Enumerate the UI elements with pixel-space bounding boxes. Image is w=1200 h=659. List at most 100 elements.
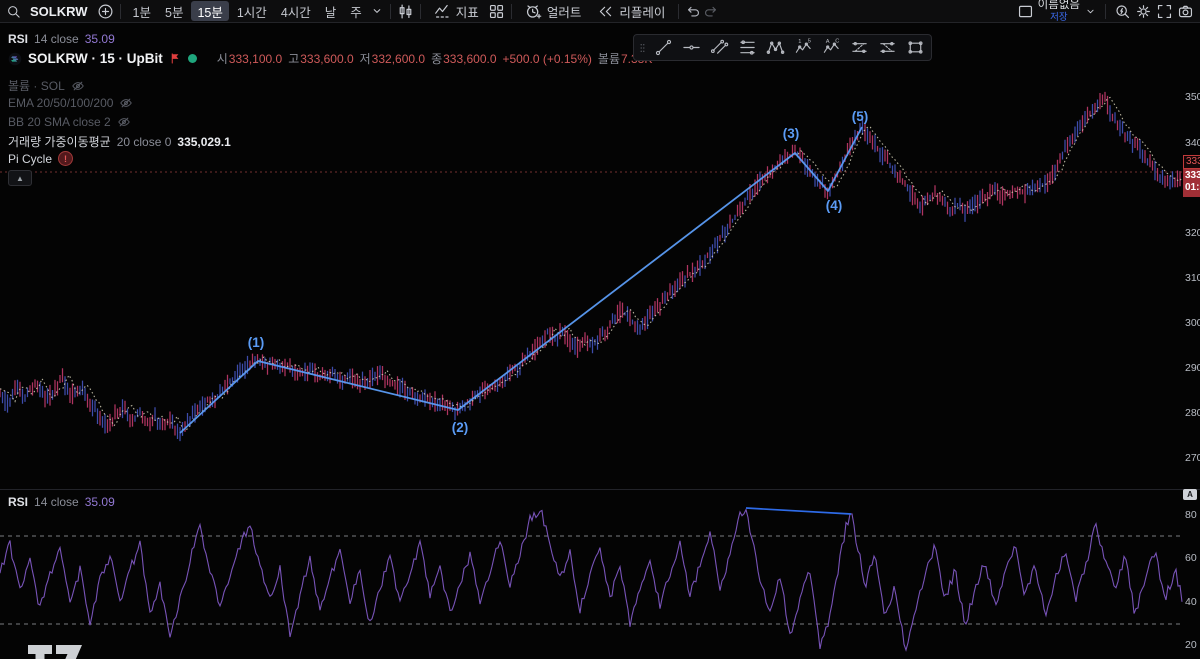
error-icon[interactable]: ! <box>58 151 74 166</box>
ohlc-low-value: 332,600.0 <box>371 51 426 66</box>
chevron-down-icon[interactable] <box>370 4 384 18</box>
eye-off-icon[interactable] <box>117 115 131 129</box>
short-position-tool-icon[interactable] <box>873 36 901 59</box>
replay-button[interactable]: 리플레이 <box>590 1 672 22</box>
replay-label: 리플레이 <box>619 5 666 20</box>
price-series-down <box>1 99 1174 442</box>
price-scale-auto-button[interactable]: A <box>1183 489 1197 500</box>
legend-collapse-button[interactable]: ▲ <box>8 170 32 186</box>
flag-icon[interactable] <box>169 52 182 65</box>
floating-drawing-toolbar: 15AC <box>633 34 932 61</box>
ema-indicator-label: EMA 20/50/100/200 <box>8 96 114 110</box>
fib-retracement-tool-icon[interactable] <box>733 36 761 59</box>
rsi-params: 14 close <box>34 495 79 509</box>
chart-style-candles-icon[interactable] <box>397 3 414 20</box>
elliott-wave-label[interactable]: (2) <box>452 420 469 435</box>
timeframe-1분[interactable]: 1분 <box>127 1 157 21</box>
indicator-templates-icon[interactable] <box>488 3 505 20</box>
elliott-correction-wave-tool-icon[interactable]: AC <box>817 36 845 59</box>
price-axis-tick: 320,000 <box>1185 227 1200 239</box>
picycle-indicator-label: Pi Cycle <box>8 151 53 166</box>
eye-off-icon[interactable] <box>119 96 133 110</box>
elliott-wave-label[interactable]: (5) <box>852 109 869 124</box>
undo-icon[interactable] <box>685 3 701 19</box>
rectangle-tool-icon[interactable] <box>901 36 929 59</box>
layout-name-button[interactable]: 이름없음 저장 <box>1038 0 1080 22</box>
alert-label: 얼러트 <box>546 5 582 20</box>
rsi-divergence-line[interactable] <box>745 507 852 515</box>
elliott-impulse-wave-tool-icon[interactable]: 15 <box>789 36 817 59</box>
timeframe-날[interactable]: 날 <box>319 1 343 21</box>
horizontal-line-tool-icon[interactable] <box>677 36 705 59</box>
toolbar-right-group: 이름없음 저장 <box>1017 0 1194 22</box>
market-status-dot[interactable] <box>187 54 197 63</box>
timeframe-4시간[interactable]: 4시간 <box>275 1 317 21</box>
price-axis-tick: 350,000 <box>1185 91 1200 103</box>
tradingview-chart-window: (1) (2) (3) (4) (5) SOLKRW 1분 5분 15분 1시간 4시간 날 주 지… <box>0 0 1200 659</box>
legend-row-vwma[interactable]: 거래량 가중이동평균 20 close 0 335,029.1 <box>8 133 231 150</box>
gear-icon[interactable] <box>1135 3 1152 20</box>
alarm-clock-icon <box>525 3 542 20</box>
timeframe-5분[interactable]: 5분 <box>159 1 189 21</box>
symbol-title: SOLKRW · 15 · UpBit <box>28 51 163 66</box>
svg-text:5: 5 <box>807 38 810 44</box>
replay-icon <box>597 3 614 20</box>
fullscreen-icon[interactable] <box>1156 3 1173 20</box>
ohlc-low-key: 저 <box>359 52 371 66</box>
rsi-top-legend[interactable]: RSI 14 close 35.09 <box>8 32 115 46</box>
chevron-down-icon[interactable] <box>1084 5 1097 18</box>
toolbar-separator <box>1105 3 1106 19</box>
legend-row-volume[interactable]: 볼륨 · SOL <box>8 77 85 94</box>
search-icon[interactable] <box>6 4 21 19</box>
timeframe-group: 1분 5분 15분 1시간 4시간 날 주 <box>127 1 368 21</box>
ohlc-high-key: 고 <box>288 52 300 66</box>
alert-button[interactable]: 얼러트 <box>518 1 589 22</box>
volume-indicator-label: 볼륨 · SOL <box>8 79 65 93</box>
save-label: 저장 <box>1050 11 1068 23</box>
rsi-line <box>0 507 1183 652</box>
alert-price-label[interactable]: 333,100.0 <box>1183 155 1200 169</box>
timeframe-1시간[interactable]: 1시간 <box>231 1 273 21</box>
symbol-search-button[interactable]: SOLKRW <box>23 1 95 22</box>
indicators-icon <box>434 3 451 20</box>
ohlc-close-key: 종 <box>431 52 443 66</box>
symbol-label: SOLKRW <box>30 3 88 19</box>
rsi-axis-tick: 40 <box>1185 596 1197 608</box>
eye-off-icon[interactable] <box>71 79 85 93</box>
ohlc-open-key: 시 <box>216 52 228 66</box>
elliott-wave-label[interactable]: (3) <box>783 126 800 141</box>
legend-row-bb[interactable]: BB 20 SMA close 2 <box>8 115 131 129</box>
chart-canvas[interactable]: (1) (2) (3) (4) (5) <box>0 0 1200 659</box>
solana-logo <box>8 52 22 66</box>
last-price-value: 333,600.0 <box>1185 170 1200 181</box>
vwma-value: 335,029.1 <box>177 134 231 149</box>
redo-icon[interactable] <box>703 3 719 19</box>
indicators-button[interactable]: 지표 <box>427 1 486 22</box>
drawing-toolbar-drag-handle[interactable] <box>636 36 649 59</box>
quick-search-icon[interactable] <box>1114 3 1131 20</box>
parallel-channel-tool-icon[interactable] <box>705 36 733 59</box>
elliott-wave-label[interactable]: (4) <box>826 198 843 213</box>
toolbar-separator <box>510 3 512 19</box>
svg-text:C: C <box>835 38 839 44</box>
pane-divider[interactable] <box>0 489 1200 490</box>
price-axis-tick: 300,000 <box>1185 317 1200 329</box>
elliott-wave-label[interactable]: (1) <box>248 335 265 350</box>
rsi-value: 35.09 <box>84 495 115 509</box>
long-position-tool-icon[interactable] <box>845 36 873 59</box>
legend-row-ema[interactable]: EMA 20/50/100/200 <box>8 96 133 110</box>
camera-icon[interactable] <box>1177 3 1194 20</box>
bb-indicator-label: BB 20 SMA close 2 <box>8 115 111 129</box>
rsi-pane-legend[interactable]: RSI 14 close 35.09 <box>8 495 115 509</box>
xabcd-pattern-tool-icon[interactable] <box>761 36 789 59</box>
trend-line-tool-icon[interactable] <box>649 36 677 59</box>
timeframe-주[interactable]: 주 <box>344 1 368 21</box>
main-symbol-legend[interactable]: SOLKRW · 15 · UpBit 시 333,100.0 고 333,600.… <box>8 50 652 67</box>
legend-row-picycle[interactable]: Pi Cycle ! <box>8 151 74 166</box>
svg-text:1: 1 <box>798 39 801 45</box>
timeframe-15분[interactable]: 15분 <box>191 1 229 21</box>
price-axis-tick: 340,000 <box>1185 137 1200 149</box>
layout-icon[interactable] <box>1017 3 1034 20</box>
rsi-value: 35.09 <box>84 32 115 46</box>
compare-add-icon[interactable] <box>97 3 114 20</box>
